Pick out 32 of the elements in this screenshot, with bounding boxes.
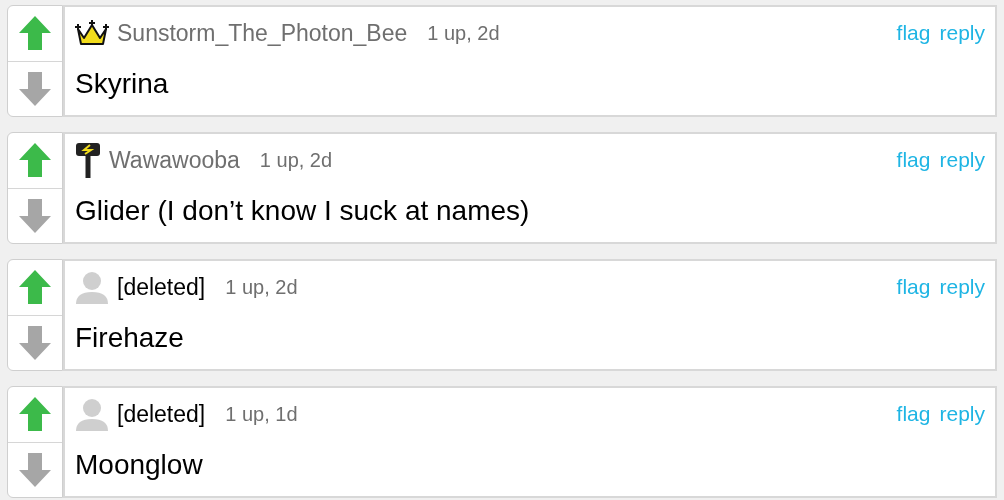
comment-text: Moonglow [75, 448, 203, 482]
flag-link[interactable]: flag [896, 398, 931, 430]
downvote-arrow-icon[interactable] [19, 198, 51, 233]
upvote-arrow-icon[interactable] [19, 143, 51, 178]
user-avatar-icon [75, 270, 109, 304]
flag-link[interactable]: flag [896, 144, 931, 176]
username[interactable]: [deleted] [117, 269, 206, 305]
vote-time-meta: 1 up, 2d [259, 148, 333, 173]
reply-link[interactable]: reply [939, 17, 985, 49]
upvote-arrow-icon[interactable] [19, 270, 51, 305]
username[interactable]: Sunstorm_The_Photon_Bee [117, 15, 408, 51]
crown-icon [75, 20, 109, 46]
comment-text: Firehaze [75, 321, 184, 355]
reply-link[interactable]: reply [939, 398, 985, 430]
downvote-arrow-icon[interactable] [19, 71, 51, 106]
vote-time-meta: 1 up, 1d [225, 402, 298, 427]
username[interactable]: [deleted] [117, 396, 206, 432]
reply-link[interactable]: reply [939, 144, 985, 176]
vote-time-meta: 1 up, 2d [427, 21, 500, 46]
hammer-icon [75, 142, 101, 178]
username[interactable]: Wawawooba [109, 142, 240, 178]
downvote-arrow-icon[interactable] [19, 325, 51, 360]
flag-link[interactable]: flag [896, 271, 931, 303]
upvote-arrow-icon[interactable] [19, 397, 51, 432]
reply-link[interactable]: reply [939, 271, 985, 303]
flag-link[interactable]: flag [896, 17, 931, 49]
upvote-arrow-icon[interactable] [19, 16, 51, 51]
vote-time-meta: 1 up, 2d [225, 275, 298, 300]
downvote-arrow-icon[interactable] [19, 452, 51, 487]
comment-text: Skyrina [75, 67, 169, 101]
user-avatar-icon [75, 397, 109, 431]
comment-text: Glider (I don’t know I suck at names) [75, 194, 530, 228]
